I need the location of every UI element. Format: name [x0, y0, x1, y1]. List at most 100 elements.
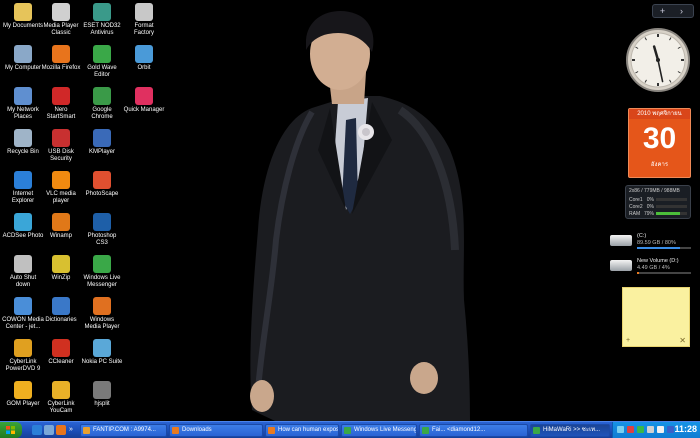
eset-icon: [93, 3, 111, 21]
taskbar-button[interactable]: HiMaWaRi >> ซะเท...: [530, 424, 610, 437]
task-label: Windows Live Messenger: [354, 427, 417, 433]
sticky-note-gadget[interactable]: + ✕: [622, 287, 690, 347]
start-button[interactable]: [0, 422, 22, 438]
desktop-icon-label: Quick Manager: [123, 107, 165, 113]
quick-launch-desktop-icon[interactable]: [44, 425, 54, 435]
drive-title: New Volume (D:): [637, 258, 679, 264]
calendar-gadget[interactable]: 2010 พฤศจิกายน 30 อังคาร: [628, 108, 691, 178]
meter-label: Core2: [629, 203, 643, 210]
dvd-icon: [14, 339, 32, 357]
media-player-icon: [52, 3, 70, 21]
desktop-icon-label: VLC media player: [46, 191, 76, 204]
desktop-icon-mozilla-firefox[interactable]: Mozilla Firefox: [38, 45, 84, 72]
photoshop-icon: [93, 213, 111, 231]
desktop-icon-label: KMPlayer: [88, 149, 115, 155]
task-app-icon: [268, 427, 275, 434]
task-app-icon: [83, 427, 90, 434]
taskbar-button[interactable]: Downloads: [169, 424, 263, 437]
tray-language-icon[interactable]: [667, 426, 674, 433]
desktop-icon-label: Nokia PC Suite: [81, 359, 123, 365]
desktop-icon-label: ESET NOD32 Antivirus: [83, 23, 121, 36]
drive-gadget-0[interactable]: (C:) 89.59 GB / 80%: [610, 231, 694, 251]
desktop-icon-nokia-pc-suite[interactable]: Nokia PC Suite: [79, 339, 125, 366]
acdsee-icon: [14, 213, 32, 231]
task-app-icon: [533, 427, 540, 434]
tray-safely-remove-icon[interactable]: [647, 426, 654, 433]
drive-info: 89.59 GB / 80%: [637, 240, 676, 246]
desktop-icon-winzip[interactable]: WinZip: [38, 255, 84, 282]
desktop-icon-cyberlink-youcam[interactable]: CyberLink YouCam: [38, 381, 84, 415]
desktop-icon-vlc-media-player[interactable]: VLC media player: [38, 171, 84, 205]
desktop-icon-photoscape[interactable]: PhotoScape: [79, 171, 125, 198]
taskbar-button[interactable]: FANTIP.COM : A9974...: [80, 424, 167, 437]
desktop-icon-eset-nod32[interactable]: ESET NOD32 Antivirus: [79, 3, 125, 37]
quick-launch-ie-icon[interactable]: [32, 425, 42, 435]
recycle-bin-icon: [14, 129, 32, 147]
nokia-icon: [93, 339, 111, 357]
tray-network-icon[interactable]: [617, 426, 624, 433]
tray-volume-icon[interactable]: [657, 426, 664, 433]
meter-row: RAM 79%: [629, 210, 687, 217]
meter-label: RAM: [629, 210, 641, 217]
taskbar-button[interactable]: Windows Live Messenger: [341, 424, 417, 437]
winamp-icon: [52, 213, 70, 231]
desktop-icon-nero-startsmart[interactable]: Nero StartSmart: [38, 87, 84, 121]
desktop-icon-label: Format Factory: [133, 23, 154, 36]
system-tray: 11:28: [612, 422, 700, 438]
task-label: FANTIP.COM : A9974...: [93, 427, 156, 433]
desktop-icon-photoshop-cs3[interactable]: Photoshop CS3: [79, 213, 125, 247]
desktop-icon-google-chrome[interactable]: Google Chrome: [79, 87, 125, 121]
goldwave-icon: [93, 45, 111, 63]
task-app-icon: [422, 427, 429, 434]
quick-launch-expand-icon[interactable]: »: [69, 425, 75, 435]
clock-gadget[interactable]: [625, 27, 691, 93]
desktop-icon-dictionaries[interactable]: Dictionaries: [38, 297, 84, 324]
drive-usage-bar: [637, 247, 691, 249]
meter-bar: [656, 205, 687, 208]
gom-icon: [14, 381, 32, 399]
sidebar-next-button[interactable]: ›: [672, 5, 691, 17]
desktop-icon-winamp[interactable]: Winamp: [38, 213, 84, 240]
cpu-ram-meter-gadget[interactable]: 2x86 / 779MB / 988MB Core1 0% Core2 0% RAM 79…: [625, 185, 691, 219]
task-label: HiMaWaRi >> ซะเท...: [543, 427, 601, 433]
desktop-icon-format-factory[interactable]: Format Factory: [121, 3, 167, 37]
quick-launch-firefox-icon[interactable]: [56, 425, 66, 435]
desktop-icon-orbit[interactable]: Orbit: [121, 45, 167, 72]
note-add-button[interactable]: +: [626, 337, 630, 344]
drive-gadget-1[interactable]: New Volume (D:) 4.49 GB / 4%: [610, 256, 694, 276]
taskbar-button[interactable]: How can human expos...: [265, 424, 339, 437]
desktop-icon-label: Gold Wave Editor: [87, 65, 117, 78]
calendar-day: 30: [642, 122, 677, 155]
desktop-icon-windows-media-player[interactable]: Windows Media Player: [79, 297, 125, 331]
windows-flag-icon: [6, 426, 15, 434]
meter-bar: [656, 212, 687, 215]
task-label: How can human expos...: [278, 427, 339, 433]
desktop-icon-usb-disk-security[interactable]: USB Disk Security: [38, 129, 84, 163]
desktop-icon-ccleaner[interactable]: CCleaner: [38, 339, 84, 366]
taskbar-button[interactable]: Fai... <diamond12...: [419, 424, 528, 437]
tray-shield-icon[interactable]: [627, 426, 634, 433]
add-gadget-button[interactable]: +: [653, 5, 672, 17]
desktop-icon-windows-live-messenger[interactable]: Windows Live Messenger: [79, 255, 125, 289]
desktop-icon-hjsplit[interactable]: hjsplit: [79, 381, 125, 408]
meter-value: 0%: [646, 196, 654, 203]
desktop-icon-quick-manager[interactable]: Quick Manager: [121, 87, 167, 114]
messenger-icon: [93, 255, 111, 273]
desktop-icon-kmplayer[interactable]: KMPlayer: [79, 129, 125, 156]
note-close-button[interactable]: ✕: [679, 336, 686, 345]
tray-messenger-icon[interactable]: [637, 426, 644, 433]
desktop-icon-label: hjsplit: [94, 401, 110, 407]
wmp-icon: [93, 297, 111, 315]
task-app-icon: [172, 427, 179, 434]
task-label: Downloads: [182, 427, 212, 433]
desktop-icon-label: Windows Live Messenger: [83, 275, 121, 288]
ie-icon: [14, 171, 32, 189]
desktop-icon-label: Mozilla Firefox: [41, 65, 81, 71]
timer-icon: [14, 255, 32, 273]
chrome-icon: [93, 87, 111, 105]
tray-clock[interactable]: 11:28: [674, 424, 697, 434]
meter-bar-fill: [656, 212, 681, 215]
desktop-icon-media-player-classic[interactable]: Media Player Classic: [38, 3, 84, 37]
hjsplit-icon: [93, 381, 111, 399]
desktop-icon-gold-wave-editor[interactable]: Gold Wave Editor: [79, 45, 125, 79]
